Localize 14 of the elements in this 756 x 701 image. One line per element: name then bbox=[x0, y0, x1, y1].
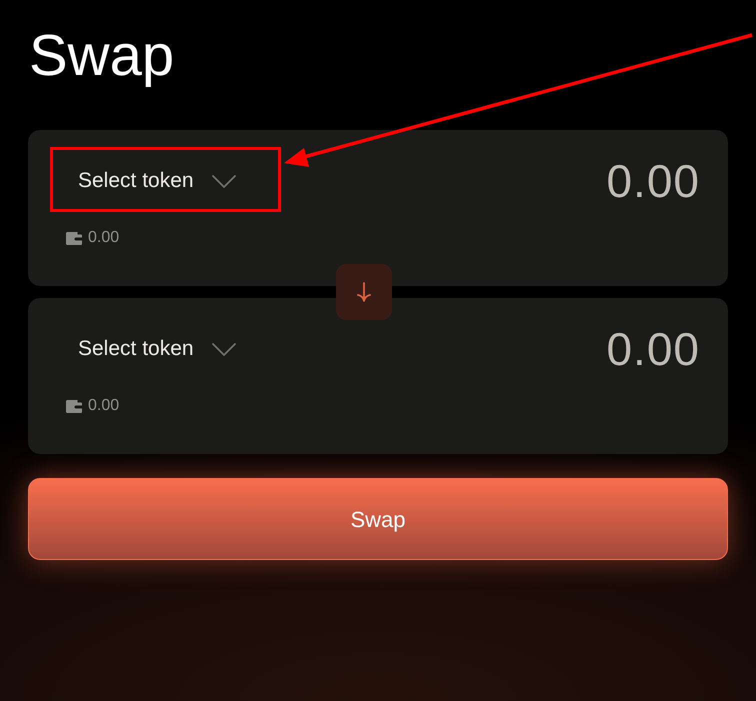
wallet-icon bbox=[66, 232, 82, 244]
balance-value: 0.00 bbox=[88, 228, 120, 248]
select-token-button[interactable]: Select token bbox=[52, 159, 262, 203]
chevron-down-icon bbox=[212, 174, 236, 188]
chevron-down-icon bbox=[212, 342, 236, 356]
amount-value: 0.00 bbox=[606, 158, 700, 204]
swap-button[interactable]: Swap bbox=[28, 478, 728, 560]
swap-direction-button[interactable] bbox=[336, 264, 392, 320]
amount-value: 0.00 bbox=[606, 326, 700, 372]
select-token-button[interactable]: Select token bbox=[52, 327, 262, 371]
balance-value: 0.00 bbox=[88, 396, 120, 416]
arrow-down-icon bbox=[357, 282, 371, 302]
page-title: Swap bbox=[29, 26, 174, 86]
wallet-icon bbox=[66, 400, 82, 412]
